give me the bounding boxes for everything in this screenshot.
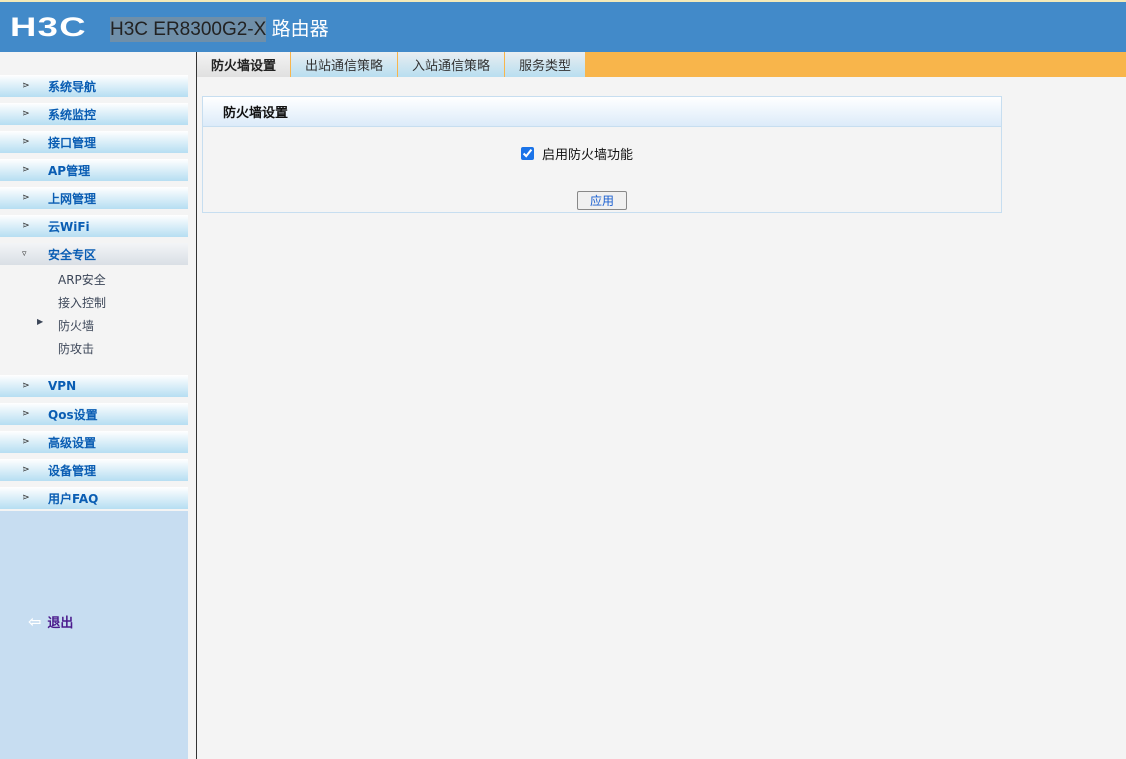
menu-label: 系统导航 [48,79,97,94]
menu-security[interactable]: ▿ 安全专区 [0,243,188,265]
tab-outbound-policy[interactable]: 出站通信策略 [291,52,399,77]
expand-icon: ⋗ [22,165,30,175]
tab-service-type[interactable]: 服务类型 [505,52,587,77]
title-suffix: 路由器 [266,18,329,40]
enable-firewall-checkbox[interactable] [521,147,534,160]
menu-ap[interactable]: ⋗ AP管理 [0,159,188,181]
menu-label: 安全专区 [48,247,97,262]
submenu-label: 防攻击 [58,342,95,356]
sidebar-bottom [0,511,188,759]
menu-advanced[interactable]: ⋗ 高级设置 [0,431,188,453]
divider [196,52,197,759]
expand-icon: ⋗ [22,137,30,147]
expand-icon: ⋗ [22,221,30,231]
menu-internet[interactable]: ⋗ 上网管理 [0,187,188,209]
apply-button[interactable]: 应用 [577,191,627,210]
h3c-logo: H3C [10,11,87,42]
menu-label: 上网管理 [48,191,97,206]
expand-icon: ⋗ [22,409,30,419]
menu-vpn[interactable]: ⋗ VPN [0,375,188,397]
menu-label: 云WiFi [48,219,90,234]
submenu-label: 防火墙 [58,319,95,333]
menu-label: 系统监控 [48,107,97,122]
submenu-access-control[interactable]: 接入控制 [58,294,106,311]
collapse-icon: ▿ [22,249,27,259]
panel-title: 防火墙设置 [203,97,1001,127]
tab-inbound-policy[interactable]: 入站通信策略 [398,52,506,77]
menu-system-nav[interactable]: ⋗ 系统导航 [0,75,188,97]
expand-icon: ⋗ [22,493,30,503]
menu-label: AP管理 [48,163,91,178]
logout-icon: ⇦ [28,612,42,631]
expand-icon: ⋗ [22,381,30,391]
menu-system-monitor[interactable]: ⋗ 系统监控 [0,103,188,125]
menu-label: 接口管理 [48,135,97,150]
menu-qos[interactable]: ⋗ Qos设置 [0,403,188,425]
expand-icon: ⋗ [22,109,30,119]
selected-marker-icon: ▶ [37,317,44,326]
menu-label: VPN [48,379,77,393]
submenu-anti-attack[interactable]: 防攻击 [58,340,94,357]
submenu-arp[interactable]: ARP安全 [58,271,106,288]
expand-icon: ⋗ [22,193,30,203]
header: H3C H3C ER8300G2-X 路由器 [0,2,1126,52]
tab-firewall-settings[interactable]: 防火墙设置 [197,52,292,77]
logout-label: 退出 [47,616,74,631]
menu-label: 高级设置 [48,435,97,450]
expand-icon: ⋗ [22,437,30,447]
menu-label: Qos设置 [48,407,98,422]
menu-device[interactable]: ⋗ 设备管理 [0,459,188,481]
submenu-label: ARP安全 [58,273,106,287]
enable-firewall-row[interactable]: 启用防火墙功能 [521,144,633,163]
expand-icon: ⋗ [22,465,30,475]
menu-label: 设备管理 [48,463,97,478]
menu-label: 用户FAQ [48,491,99,506]
expand-icon: ⋗ [22,81,30,91]
logout-link[interactable]: ⇦ 退出 [28,612,73,631]
submenu-firewall[interactable]: ▶ 防火墙 [37,317,95,334]
checkbox-label: 启用防火墙功能 [542,148,634,163]
menu-cloud-wifi[interactable]: ⋗ 云WiFi [0,215,188,237]
firewall-panel: 防火墙设置 启用防火墙功能 应用 [202,96,1002,213]
menu-faq[interactable]: ⋗ 用户FAQ [0,487,188,509]
tab-bar: 防火墙设置 出站通信策略 入站通信策略 服务类型 [197,52,1126,77]
menu-interface[interactable]: ⋗ 接口管理 [0,131,188,153]
submenu-label: 接入控制 [58,296,107,310]
